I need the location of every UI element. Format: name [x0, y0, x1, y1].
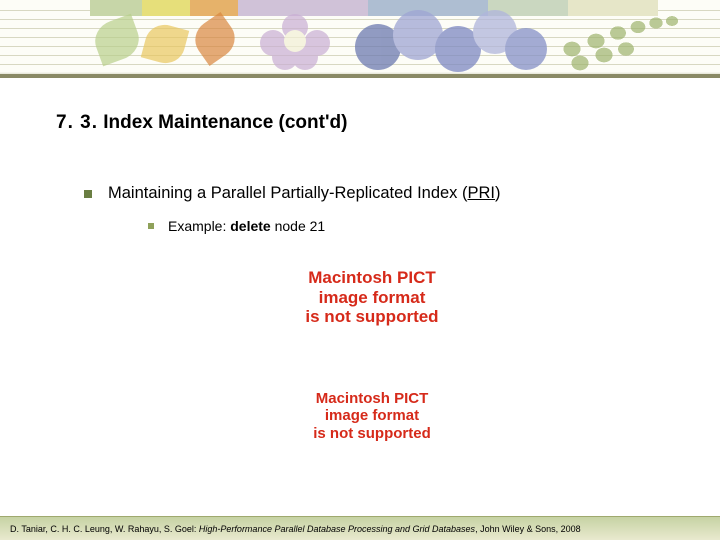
fern-icon [552, 3, 712, 77]
slide-content: 7. 3. Index Maintenance (cont'd) Maintai… [0, 78, 720, 516]
footer-publisher: , John Wiley & Sons, 2008 [475, 524, 581, 534]
bullet-level2-text: Example: delete node 21 [168, 218, 325, 234]
bullet-square-icon [148, 223, 154, 229]
heading-number: 7. 3. [56, 112, 98, 133]
bullet-level1: Maintaining a Parallel Partially-Replica… [84, 184, 501, 203]
pict-error-message: Macintosh PICT image format is not suppo… [262, 268, 482, 327]
pict-line1: Macintosh PICT [316, 390, 429, 407]
bullet-text-prefix: Maintaining a Parallel Partially-Replica… [108, 184, 468, 202]
bullet-text-abbrev: PRI [468, 184, 496, 202]
slide-heading: 7. 3. Index Maintenance (cont'd) [56, 112, 347, 134]
pict-line3: is not supported [313, 425, 431, 442]
pict-line1: Macintosh PICT [308, 268, 436, 287]
bullet-level1-text: Maintaining a Parallel Partially-Replica… [108, 184, 501, 203]
bullet2-suffix: node 21 [271, 218, 326, 234]
bullet2-bold: delete [230, 218, 270, 234]
bullet2-prefix: Example: [168, 218, 230, 234]
bullet-square-icon [84, 190, 92, 198]
slide-footer: D. Taniar, C. H. C. Leung, W. Rahayu, S.… [0, 516, 720, 540]
flower-icon [260, 14, 330, 69]
hydrangea-icon [355, 6, 555, 74]
footer-title: High-Performance Parallel Database Proce… [199, 524, 475, 534]
footer-citation: D. Taniar, C. H. C. Leung, W. Rahayu, S.… [0, 524, 581, 534]
pict-line3: is not supported [305, 307, 438, 326]
slide-banner [0, 0, 720, 78]
pict-line2: image format [319, 288, 426, 307]
pict-line2: image format [325, 407, 419, 424]
pict-error-message: Macintosh PICT image format is not suppo… [272, 390, 472, 442]
heading-title: Index Maintenance (cont'd) [103, 112, 347, 133]
bullet-text-suffix: ) [495, 184, 501, 202]
footer-authors: D. Taniar, C. H. C. Leung, W. Rahayu, S.… [10, 524, 199, 534]
bullet-level2: Example: delete node 21 [148, 218, 325, 234]
